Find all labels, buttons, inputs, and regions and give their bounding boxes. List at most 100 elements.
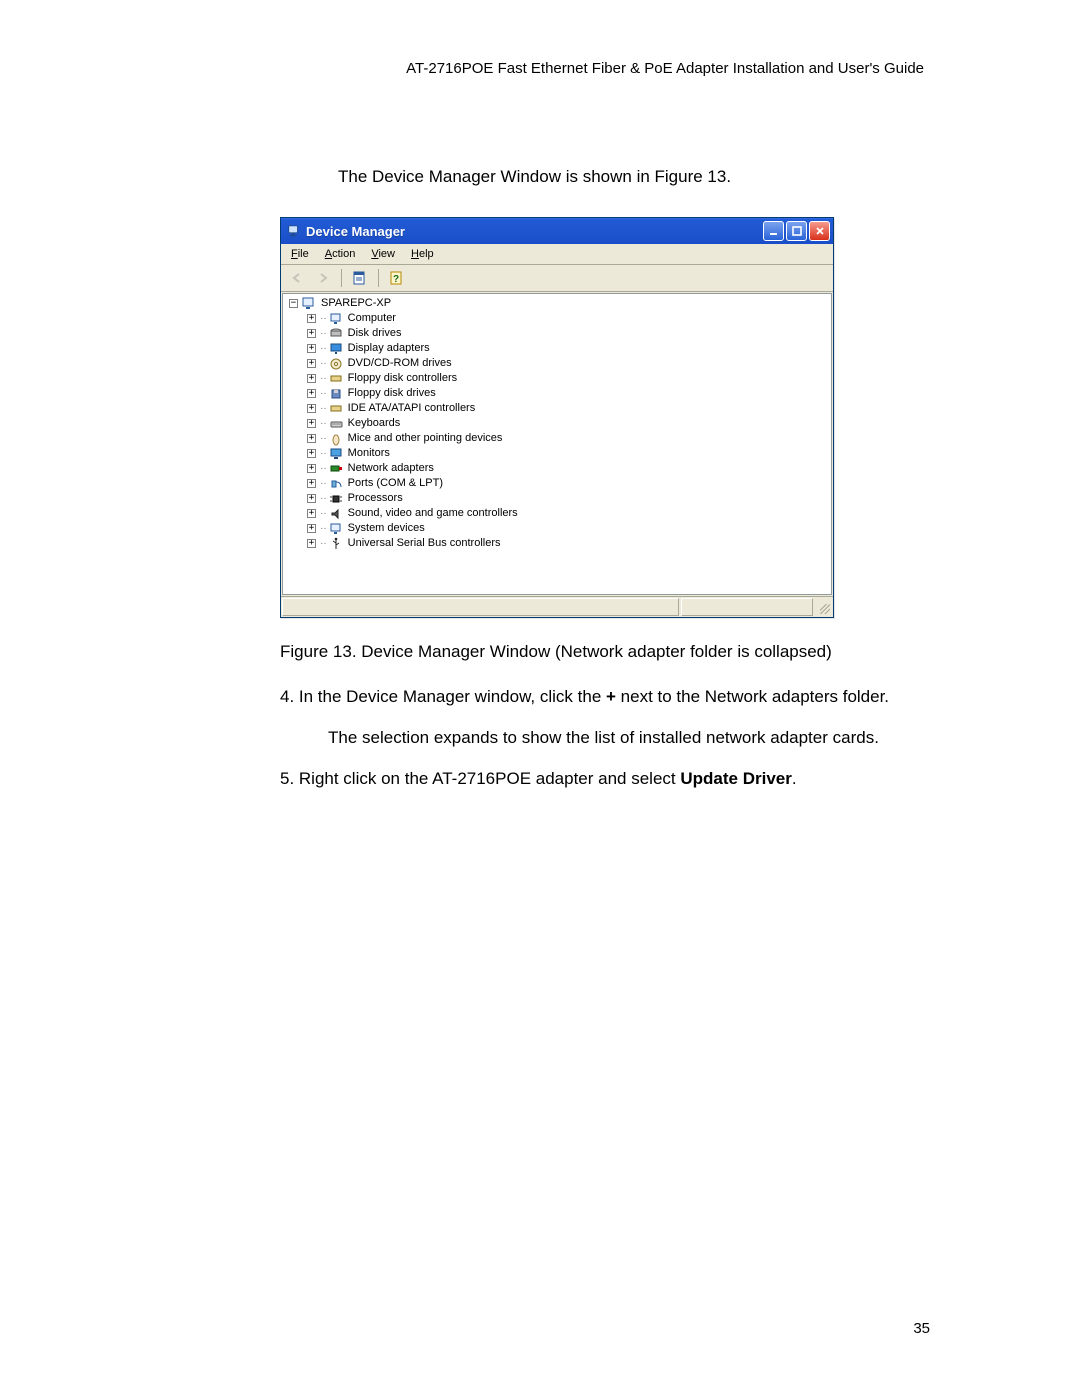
tree-node[interactable]: +·· Ports (COM & LPT) (285, 476, 831, 491)
close-button[interactable] (809, 221, 830, 241)
expand-icon[interactable]: + (307, 509, 316, 518)
tree-node[interactable]: +·· Computer (285, 311, 831, 326)
step4-prefix: 4. In the Device Manager window, click t… (280, 687, 606, 706)
expand-icon[interactable]: + (307, 539, 316, 548)
expand-icon[interactable]: + (307, 464, 316, 473)
computer-icon (329, 312, 345, 326)
menu-view[interactable]: View (363, 246, 403, 262)
expand-icon[interactable]: + (307, 479, 316, 488)
tree-node[interactable]: +·· DVD/CD-ROM drives (285, 356, 831, 371)
tree-node-label: System devices (348, 521, 425, 536)
expand-icon[interactable]: + (307, 374, 316, 383)
tree-node[interactable]: +·· IDE ATA/ATAPI controllers (285, 401, 831, 416)
step4-suffix: next to the Network adapters folder. (616, 687, 889, 706)
display-icon (329, 342, 345, 356)
help-button[interactable]: ? (385, 266, 409, 290)
controller-icon (329, 402, 345, 416)
step5-prefix: 5. Right click on the AT-2716POE adapter… (280, 769, 680, 788)
dvd-icon (329, 357, 345, 371)
expand-icon[interactable]: + (307, 329, 316, 338)
expand-icon[interactable]: + (307, 524, 316, 533)
toolbar-separator (378, 269, 379, 287)
step5-suffix: . (792, 769, 797, 788)
tree-node-network-adapters[interactable]: +·· Network adapters (285, 461, 831, 476)
tree-node[interactable]: +·· System devices (285, 521, 831, 536)
tree-root[interactable]: − SPAREPC-XP (285, 296, 831, 311)
tree-node-label: Sound, video and game controllers (348, 506, 518, 521)
disk-icon (329, 327, 345, 341)
expand-icon[interactable]: + (307, 419, 316, 428)
collapse-icon[interactable]: − (289, 299, 298, 308)
tree-node[interactable]: +·· Processors (285, 491, 831, 506)
cpu-icon (329, 492, 345, 506)
toolbar-separator (341, 269, 342, 287)
tree-node-label: Computer (348, 311, 396, 326)
tree-node-label: Monitors (348, 446, 390, 461)
device-manager-window: Device Manager File Action View Help (280, 217, 834, 618)
port-icon (329, 477, 345, 491)
tree-node-label: Display adapters (348, 341, 430, 356)
computer-icon (302, 297, 318, 311)
expand-icon[interactable]: + (307, 359, 316, 368)
device-tree[interactable]: − SPAREPC-XP +·· Computer +·· Disk drive… (282, 293, 832, 595)
tree-node-label: Mice and other pointing devices (348, 431, 503, 446)
expand-icon[interactable]: + (307, 404, 316, 413)
minimize-button[interactable] (763, 221, 784, 241)
expand-icon[interactable]: + (307, 314, 316, 323)
menu-help[interactable]: Help (403, 246, 442, 262)
controller-icon (329, 372, 345, 386)
tree-node-label: Keyboards (348, 416, 401, 431)
expand-icon[interactable]: + (307, 449, 316, 458)
tree-node[interactable]: +·· Floppy disk controllers (285, 371, 831, 386)
svg-text:?: ? (393, 274, 399, 285)
window-buttons (763, 221, 830, 241)
menu-file[interactable]: File (283, 246, 317, 262)
network-icon (329, 462, 345, 476)
tree-node-label: Ports (COM & LPT) (348, 476, 443, 491)
properties-button[interactable] (348, 266, 372, 290)
tree-node[interactable]: +·· Sound, video and game controllers (285, 506, 831, 521)
tree-node-label: Disk drives (348, 326, 402, 341)
step-4: 4. In the Device Manager window, click t… (280, 686, 930, 709)
tree-node-label: Processors (348, 491, 403, 506)
step-5: 5. Right click on the AT-2716POE adapter… (280, 768, 930, 791)
expand-icon[interactable]: + (307, 344, 316, 353)
statusbar (281, 596, 833, 617)
tree-node-label: Network adapters (348, 461, 434, 476)
toolbar: ? (281, 265, 833, 292)
maximize-button[interactable] (786, 221, 807, 241)
back-button[interactable] (285, 266, 309, 290)
menu-action[interactable]: Action (317, 246, 364, 262)
usb-icon (329, 537, 345, 551)
tree-node[interactable]: +·· Disk drives (285, 326, 831, 341)
floppy-icon (329, 387, 345, 401)
system-icon (329, 522, 345, 536)
page-number: 35 (913, 1320, 930, 1337)
monitor-icon (329, 447, 345, 461)
tree-node-label: Floppy disk drives (348, 386, 436, 401)
tree-node-label: Universal Serial Bus controllers (348, 536, 501, 551)
step-4-sub: The selection expands to show the list o… (328, 727, 930, 750)
tree-root-label: SPAREPC-XP (321, 296, 391, 311)
app-icon (287, 224, 301, 238)
page-header: AT-2716POE Fast Ethernet Fiber & PoE Ada… (280, 60, 924, 77)
tree-node[interactable]: +·· Floppy disk drives (285, 386, 831, 401)
forward-button[interactable] (311, 266, 335, 290)
tree-node[interactable]: +·· Mice and other pointing devices (285, 431, 831, 446)
step5-bold: Update Driver (680, 769, 791, 788)
expand-icon[interactable]: + (307, 494, 316, 503)
menubar: File Action View Help (281, 244, 833, 265)
resize-grip-icon[interactable] (814, 598, 832, 616)
expand-icon[interactable]: + (307, 389, 316, 398)
tree-node-label: Floppy disk controllers (348, 371, 457, 386)
titlebar: Device Manager (281, 218, 833, 244)
tree-node[interactable]: +·· Keyboards (285, 416, 831, 431)
tree-node[interactable]: +·· Display adapters (285, 341, 831, 356)
tree-node[interactable]: +·· Universal Serial Bus controllers (285, 536, 831, 551)
expand-icon[interactable]: + (307, 434, 316, 443)
sound-icon (329, 507, 345, 521)
status-cell (282, 598, 679, 616)
status-cell (681, 598, 813, 616)
document-page: AT-2716POE Fast Ethernet Fiber & PoE Ada… (0, 0, 1080, 1397)
tree-node[interactable]: +·· Monitors (285, 446, 831, 461)
